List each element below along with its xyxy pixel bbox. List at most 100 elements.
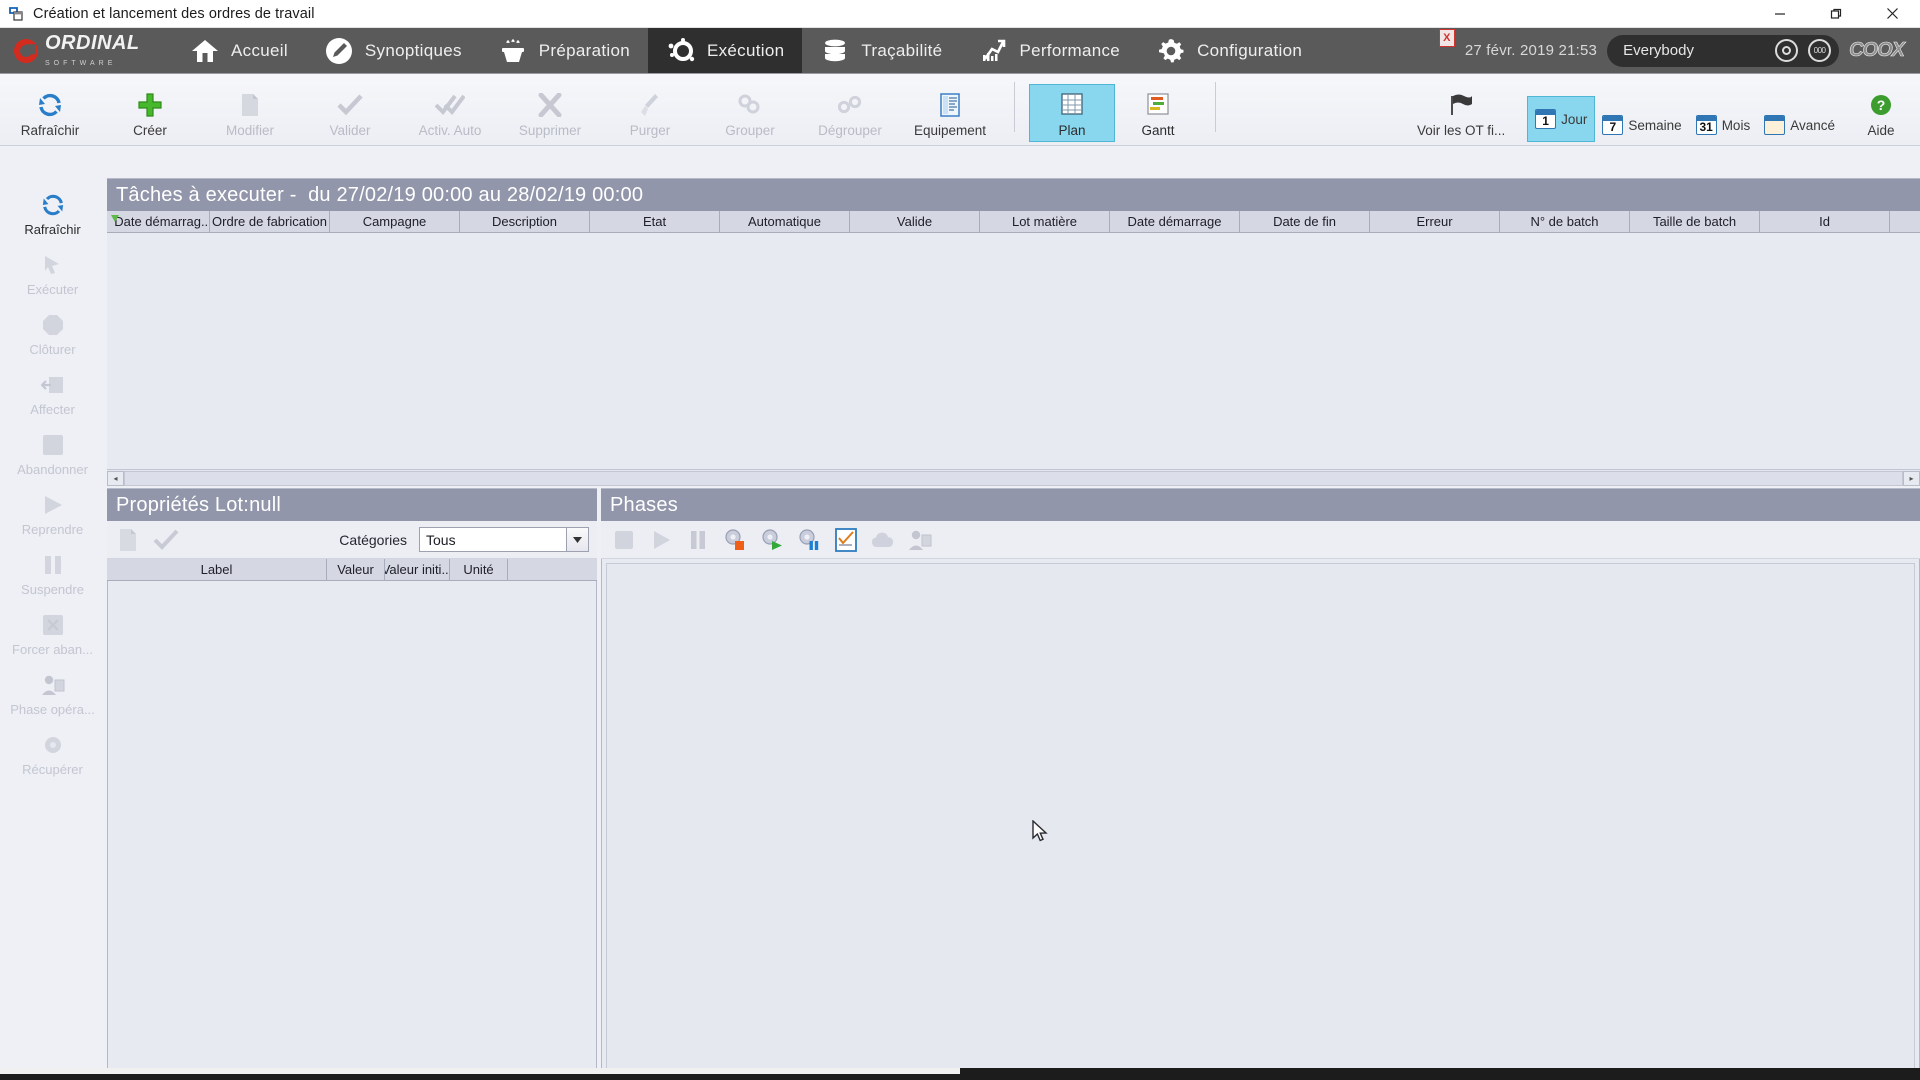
status-badge[interactable]: X — [1439, 29, 1455, 47]
tasks-panel-range: du 27/02/19 00:00 au 28/02/19 00:00 — [308, 184, 643, 207]
execute-cursor-icon — [41, 252, 65, 278]
navbar-right: X 27 févr. 2019 21:53 Everybody 000 COOX — [1439, 28, 1920, 73]
nav-item-tracabilite[interactable]: Traçabilité — [802, 28, 960, 73]
phases-panel: Phases — [601, 488, 1920, 1080]
column-header[interactable]: Taille de batch — [1630, 211, 1760, 232]
scroll-left-arrow-icon[interactable]: ◂ — [107, 471, 124, 486]
tasks-panel-header: Tâches à executer - du 27/02/19 00:00 au… — [107, 178, 1920, 211]
ribbon-button-creer[interactable]: Créer — [100, 80, 200, 142]
nav-item-performance[interactable]: Performance — [960, 28, 1138, 73]
column-header[interactable]: Date de fin — [1240, 211, 1370, 232]
range-toggle-semaine[interactable]: 7 Semaine — [1595, 108, 1688, 142]
left-label-phase-operateur: Phase opéra... — [10, 702, 95, 717]
range-toggle-avance[interactable]: Avancé — [1757, 108, 1842, 142]
nav-item-execution[interactable]: Exécution — [648, 28, 802, 73]
ribbon-label-supprimer: Supprimer — [519, 123, 581, 138]
user-name: Everybody — [1623, 42, 1694, 59]
column-header[interactable]: Id — [1760, 211, 1890, 232]
gear-pause-icon[interactable] — [796, 527, 822, 553]
column-header[interactable]: Automatique — [720, 211, 850, 232]
left-button-suspendre: Suspendre — [3, 544, 103, 604]
nav-label-synoptiques: Synoptiques — [365, 41, 462, 61]
ribbon-label-purger: Purger — [630, 123, 671, 138]
nav-item-preparation[interactable]: Préparation — [480, 28, 648, 73]
close-icon[interactable] — [1864, 0, 1920, 28]
left-button-recuperer: Récupérer — [3, 724, 103, 784]
plus-green-icon — [137, 90, 163, 120]
maximize-icon[interactable] — [1808, 0, 1864, 28]
column-header[interactable]: N° de batch — [1500, 211, 1630, 232]
column-header[interactable]: Valide — [850, 211, 980, 232]
nav-item-accueil[interactable]: Accueil — [172, 28, 306, 73]
column-header-label: Date démarrag... — [114, 214, 210, 229]
nav-item-synoptiques[interactable]: Synoptiques — [306, 28, 480, 73]
refresh-icon — [37, 90, 63, 120]
scroll-right-arrow-icon[interactable]: ▸ — [1903, 471, 1920, 486]
user-menu[interactable]: Everybody 000 — [1607, 35, 1839, 67]
left-label-abandonner: Abandonner — [17, 462, 88, 477]
ribbon-button-rafraichir[interactable]: Rafraîchir — [0, 80, 100, 142]
ribbon-button-equipement[interactable]: Equipement — [900, 80, 1000, 142]
ribbon-separator-2 — [1215, 82, 1216, 132]
gear-play-icon[interactable] — [759, 527, 785, 553]
column-header[interactable]: Valeur initi... — [385, 559, 450, 580]
taskbar-strip — [0, 1068, 1920, 1080]
left-button-executer: Exécuter — [3, 244, 103, 304]
pause-icon — [42, 552, 64, 578]
brand-logo: ORDINAL SOFTWARE — [0, 28, 172, 73]
column-header[interactable]: Date démarrag... — [107, 211, 210, 232]
range-toggle-jour[interactable]: 1 Jour — [1527, 96, 1595, 142]
double-check-icon — [435, 90, 465, 120]
left-label-cloturer: Clôturer — [29, 342, 75, 357]
left-label-forcer-abandon: Forcer aban... — [12, 642, 93, 657]
tasks-grid-body[interactable] — [107, 233, 1920, 469]
pause-icon — [685, 527, 711, 553]
column-header[interactable]: Erreur — [1370, 211, 1500, 232]
calendar-advanced-icon — [1764, 115, 1785, 135]
column-header[interactable]: Valeur — [327, 559, 385, 580]
column-header[interactable]: Campagne — [330, 211, 460, 232]
tasks-horizontal-scrollbar[interactable]: ◂ ▸ — [107, 469, 1920, 486]
categories-select[interactable]: Tous — [419, 527, 589, 552]
column-header[interactable]: Date démarrage — [1110, 211, 1240, 232]
phases-grid-area[interactable] — [601, 559, 1920, 1080]
main-content: Tâches à executer - du 27/02/19 00:00 au… — [107, 178, 1920, 1068]
column-header[interactable]: Description — [460, 211, 590, 232]
properties-grid-body[interactable] — [107, 581, 597, 1080]
nav-item-configuration[interactable]: Configuration — [1138, 28, 1320, 73]
column-header[interactable]: Lot matière — [980, 211, 1110, 232]
left-label-reprendre: Reprendre — [22, 522, 83, 537]
properties-panel: Propriétés Lot:null Catégories Tous Labe… — [107, 488, 597, 1080]
ribbon-label-valider: Valider — [329, 123, 370, 138]
grid-icon — [1061, 89, 1083, 119]
column-header[interactable]: Unité — [450, 559, 508, 580]
column-header[interactable]: Ordre de fabrication — [210, 211, 330, 232]
column-header-label: Campagne — [363, 214, 427, 229]
scroll-thumb[interactable] — [124, 471, 1903, 486]
ribbon-toggle-gantt[interactable]: Gantt — [1115, 84, 1201, 142]
group-icon — [737, 90, 763, 120]
range-toggle-mois[interactable]: 31 Mois — [1689, 108, 1758, 142]
ribbon-button-purger: Purger — [600, 80, 700, 142]
gear-stop-icon[interactable] — [722, 527, 748, 553]
categories-label: Catégories — [339, 532, 407, 548]
column-header[interactable]: Etat — [590, 211, 720, 232]
ribbon-button-voir-ot-filtres[interactable]: Voir les OT fi... — [1395, 80, 1527, 142]
column-header[interactable]: Label — [107, 559, 327, 580]
checklist-icon[interactable] — [833, 527, 859, 553]
brand-subtitle: SOFTWARE — [45, 60, 116, 67]
chevron-down-icon[interactable] — [566, 528, 588, 551]
main-navbar: ORDINAL SOFTWARE Accueil Synoptiques Pré… — [0, 28, 1920, 74]
minimize-icon[interactable] — [1752, 0, 1808, 28]
ribbon-button-aide[interactable]: ? Aide — [1842, 80, 1920, 142]
phases-grid-body[interactable] — [606, 563, 1915, 1075]
ribbon-button-degrouper: Dégrouper — [800, 80, 900, 142]
column-header-label: Lot matière — [1012, 214, 1077, 229]
ribbon-toggle-plan[interactable]: Plan — [1029, 84, 1115, 142]
left-button-rafraichir[interactable]: Rafraîchir — [3, 184, 103, 244]
home-icon — [190, 36, 220, 66]
target-circle-icon[interactable] — [1775, 39, 1798, 62]
play-icon — [648, 527, 674, 553]
database-icon — [820, 36, 850, 66]
zeros-circle-icon[interactable]: 000 — [1808, 39, 1831, 62]
